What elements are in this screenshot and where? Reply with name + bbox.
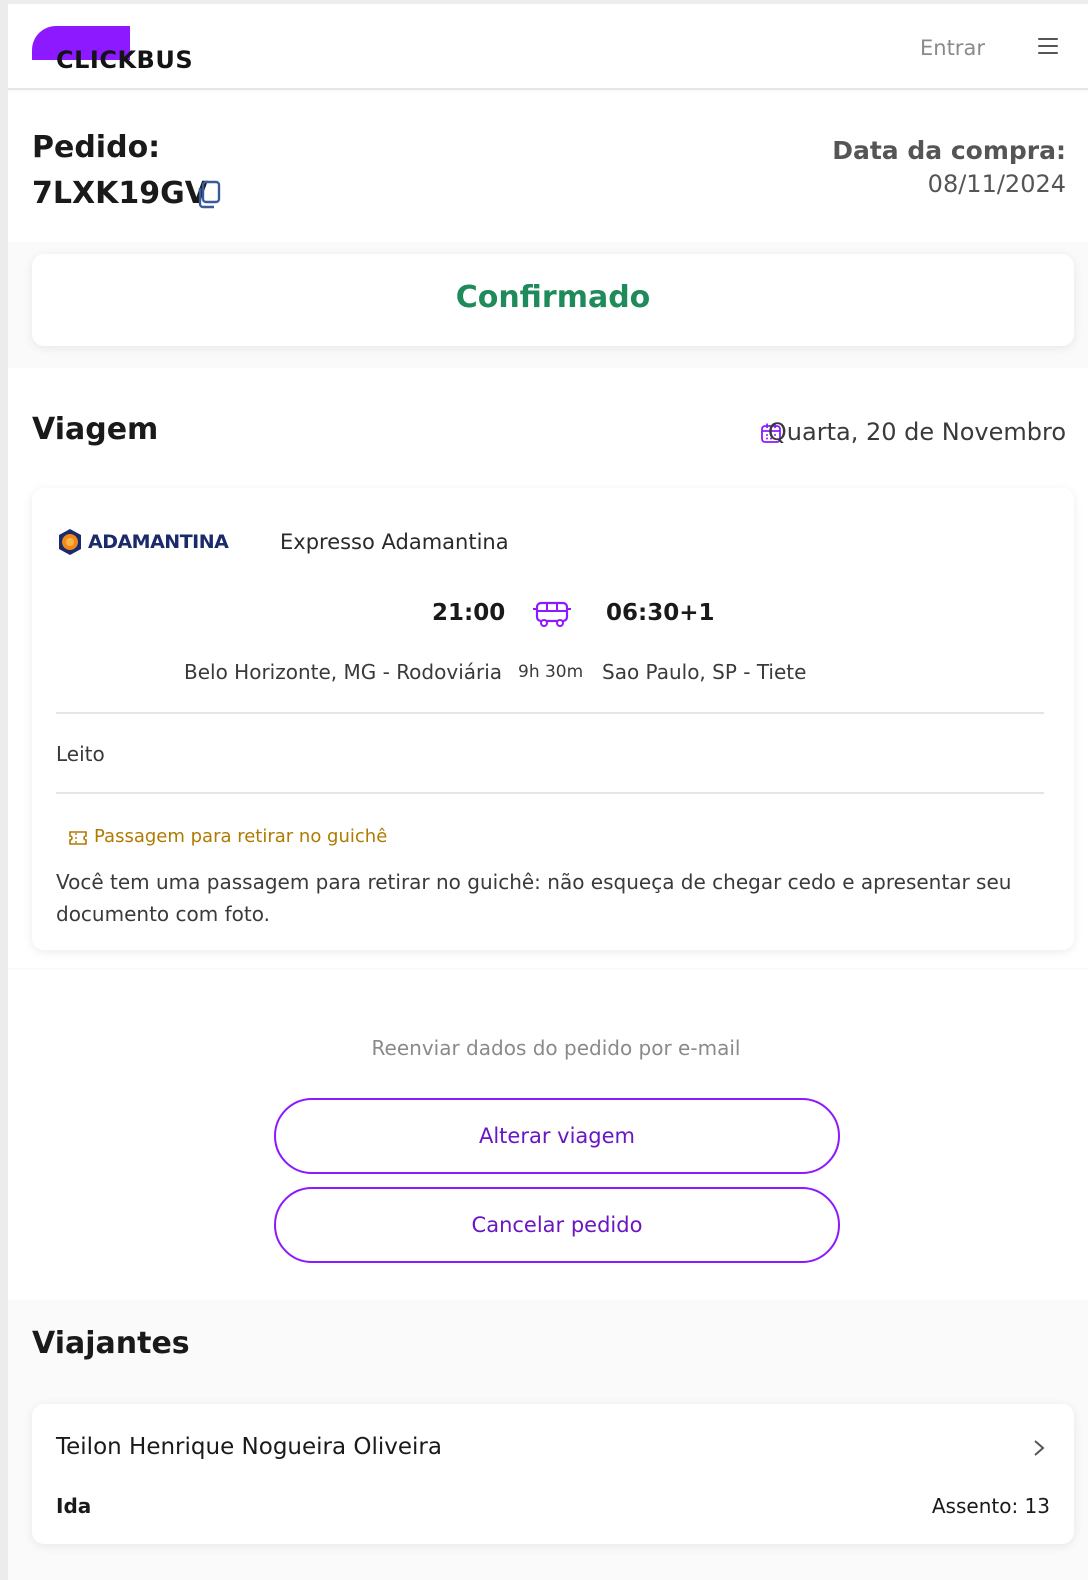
change-trip-button[interactable]: Alterar viagem <box>274 1098 840 1174</box>
trip-section-title: Viagem <box>32 412 159 447</box>
pickup-tag: Passagem para retirar no guichê <box>94 826 388 847</box>
hamburger-menu-icon[interactable] <box>1038 38 1058 56</box>
bus-icon <box>533 601 571 627</box>
company-name: Expresso Adamantina <box>280 530 509 554</box>
trip-leg: Ida <box>56 1494 92 1518</box>
company-logo-emblem-icon <box>59 529 81 555</box>
company-logo: ADAMANTINA <box>56 528 252 556</box>
order-label: Pedido: <box>32 130 161 165</box>
resend-email-link[interactable]: Reenviar dados do pedido por e-mail <box>8 1036 1088 1060</box>
cancel-order-button[interactable]: Cancelar pedido <box>274 1187 840 1263</box>
company-logo-text: ADAMANTINA <box>88 531 229 553</box>
traveler-card[interactable]: Teilon Henrique Nogueira Oliveira Ida As… <box>32 1404 1074 1544</box>
pickup-description: Você tem uma passagem para retirar no gu… <box>56 870 1012 926</box>
purchase-date: 08/11/2024 <box>927 170 1066 198</box>
destination-station: Sao Paulo, SP - Tiete <box>602 660 807 684</box>
seat-class: Leito <box>56 742 105 766</box>
divider <box>56 712 1044 714</box>
copy-icon[interactable] <box>196 180 222 210</box>
order-code: 7LXK19GV <box>32 176 208 211</box>
logo-text: CLICKBUS <box>56 46 194 74</box>
trip-card: ADAMANTINA Expresso Adamantina 21:00 06:… <box>32 488 1074 950</box>
divider <box>56 792 1044 794</box>
departure-time: 21:00 <box>432 600 506 626</box>
clickbus-logo[interactable]: CLICKBUS <box>32 26 212 74</box>
trip-duration: 9h 30m <box>518 662 584 682</box>
order-details-page: CLICKBUS Entrar Pedido: 7LXK19GV Data da… <box>0 0 1088 1580</box>
login-link[interactable]: Entrar <box>920 36 985 60</box>
order-status: Confirmado <box>455 280 651 315</box>
travelers-section-title: Viajantes <box>32 1326 190 1361</box>
chevron-right-icon[interactable] <box>1032 1438 1046 1458</box>
trip-section: Viagem Quarta, 20 de Novembro ADAMANTINA… <box>8 368 1088 968</box>
ticket-icon <box>69 831 87 845</box>
arrival-time: 06:30+1 <box>606 600 715 626</box>
top-header: CLICKBUS Entrar <box>8 0 1088 90</box>
order-summary: Pedido: 7LXK19GV Data da compra: 08/11/2… <box>8 92 1088 242</box>
order-actions: Reenviar dados do pedido por e-mail Alte… <box>8 970 1088 1300</box>
traveler-name: Teilon Henrique Nogueira Oliveira <box>56 1434 442 1460</box>
seat-number: Assento: 13 <box>931 1494 1050 1518</box>
order-status-card: Confirmado <box>32 254 1074 346</box>
purchase-date-label: Data da compra: <box>832 136 1066 165</box>
trip-date: Quarta, 20 de Novembro <box>767 418 1066 446</box>
origin-station: Belo Horizonte, MG - Rodoviária <box>184 660 503 684</box>
